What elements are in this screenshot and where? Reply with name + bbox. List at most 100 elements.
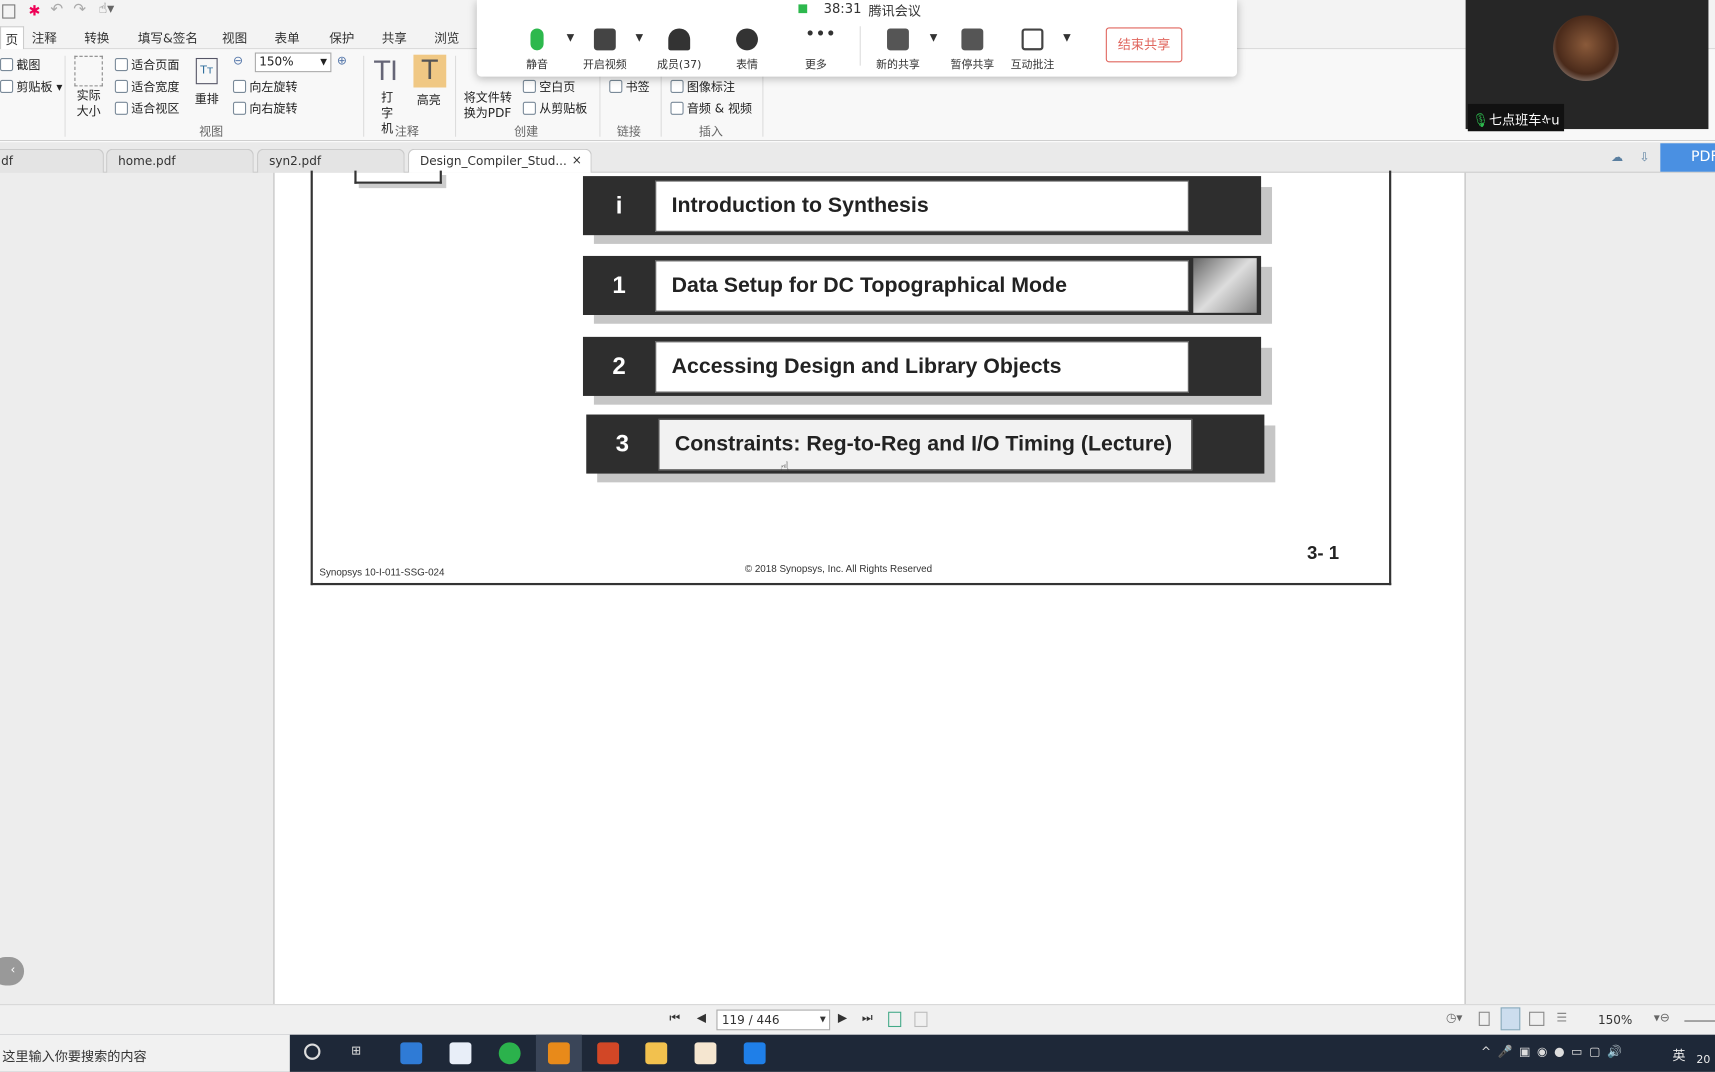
tab-home[interactable]: 页 <box>0 26 24 50</box>
system-tray-icons[interactable]: ^🎤▣◉●▭▢🔊 <box>1481 1045 1629 1059</box>
file-explorer-icon[interactable] <box>645 1042 668 1065</box>
video-options-icon[interactable]: ▼ <box>635 33 643 44</box>
single-view-icon[interactable] <box>1478 1011 1490 1026</box>
collapse-panel-icon[interactable]: ‹ <box>0 957 25 986</box>
last-page-icon[interactable]: ⏭ <box>862 1011 873 1026</box>
undo-icon[interactable]: ↶ <box>50 1 63 19</box>
pdf-convert-button[interactable]: PDF <box>1660 143 1715 172</box>
rotate-right-button[interactable]: 向右旋转 <box>232 100 298 118</box>
tab-protect[interactable]: 保护 <box>329 30 354 48</box>
tab-share[interactable]: 共享 <box>382 30 407 48</box>
new-share-button[interactable]: 新的共享 <box>865 28 931 71</box>
annotate-button[interactable]: 互动批注 <box>1000 28 1066 71</box>
doc-tab-home[interactable]: home.pdf <box>106 148 254 173</box>
tab-convert[interactable]: 转换 <box>84 30 109 48</box>
blank-page-label: 空白页 <box>539 79 576 95</box>
close-tab-icon[interactable]: × <box>572 153 582 167</box>
computer-image <box>1193 258 1257 313</box>
doc-tab[interactable]: df <box>0 148 104 173</box>
zoom-slider[interactable] <box>1684 1020 1715 1022</box>
image-annotation-button[interactable]: 图像标注 <box>670 78 735 96</box>
cortana-icon[interactable] <box>304 1043 321 1060</box>
tab-fill-sign[interactable]: 填写&签名 <box>138 30 198 48</box>
zoom-in-icon[interactable]: ⊕ <box>337 54 347 68</box>
doc-tab-syn2[interactable]: syn2.pdf <box>257 148 405 173</box>
highlight-button[interactable]: 高亮 <box>417 91 441 109</box>
video-button[interactable]: 开启视频 <box>572 28 638 71</box>
more-button[interactable]: ••• 更多 <box>783 25 849 71</box>
audio-video-button[interactable]: 音频 & 视频 <box>670 100 752 118</box>
fit-width-button[interactable]: 适合宽度 <box>114 78 179 96</box>
tab-annotate[interactable]: 注释 <box>32 30 57 48</box>
reflow-button[interactable]: 重排 <box>195 90 219 108</box>
page-label: 3- 1 <box>1307 542 1340 564</box>
hand-tool-icon[interactable]: ☝▾ <box>98 1 114 17</box>
page-number-value: 119 / 446 <box>721 1012 780 1028</box>
tencent-meeting-icon[interactable] <box>743 1042 766 1065</box>
wechat-icon[interactable] <box>498 1042 521 1065</box>
chapter-number: 3 <box>615 429 630 458</box>
chapter-number: 1 <box>612 271 626 299</box>
blank-page-button[interactable]: 空白页 <box>522 78 576 96</box>
tab-view[interactable]: 视图 <box>222 30 247 48</box>
pdf-page-view[interactable]: Introduction to Synthesis i Data Setup fo… <box>274 170 1465 1005</box>
task-view-icon[interactable]: ⊞ <box>351 1043 361 1057</box>
tab-browse[interactable]: 浏览 <box>434 30 459 48</box>
avatar <box>1553 15 1619 81</box>
mute-button[interactable]: 静音 <box>504 28 570 71</box>
properties-icon[interactable] <box>2 4 16 19</box>
fit-page-label: 适合页面 <box>131 57 180 73</box>
doc-tab-design-compiler[interactable]: Design_Compiler_Stud... × <box>407 148 592 173</box>
zoom-out-icon[interactable]: ⊖ <box>233 54 243 68</box>
reactions-button[interactable]: 表情 <box>714 28 780 71</box>
cloud-icon[interactable]: ☁ <box>1611 150 1623 164</box>
download-icon[interactable]: ⇩ <box>1640 150 1650 164</box>
prev-page-icon[interactable]: ◀ <box>697 1011 706 1025</box>
tab-form[interactable]: 表单 <box>275 30 300 48</box>
screenshot-button[interactable]: 截图 <box>0 56 40 74</box>
participant-video[interactable]: 🎙七点班车ᡧu <box>1465 0 1709 132</box>
fit-view-button[interactable]: 适合视区 <box>114 100 179 118</box>
next-page-icon[interactable]: ▶ <box>838 1011 847 1025</box>
powerpoint-icon[interactable] <box>597 1042 620 1065</box>
from-clipboard-button[interactable]: 从剪贴板 <box>522 100 587 118</box>
two-page-view-icon[interactable] <box>1529 1011 1545 1026</box>
paste-icon <box>522 101 536 115</box>
slide-frame: Introduction to Synthesis i Data Setup fo… <box>310 170 1392 586</box>
taskbar-search[interactable]: 这里输入你要搜索的内容 <box>0 1034 290 1072</box>
first-page-icon[interactable]: ⏮ <box>669 1011 680 1026</box>
actual-size-button[interactable]: 实际大小 <box>75 89 101 120</box>
continuous-view-icon[interactable] <box>1500 1007 1521 1031</box>
share-options-icon[interactable]: ▼ <box>930 33 938 44</box>
redo-icon[interactable]: ↷ <box>73 1 86 19</box>
end-share-button[interactable]: 结束共享 <box>1105 27 1183 63</box>
clock[interactable]: 20 <box>1696 1054 1710 1066</box>
new-icon[interactable]: ✱ <box>28 3 40 19</box>
page-number-input[interactable]: 119 / 446 ▼ <box>716 1009 831 1031</box>
zoom-select[interactable]: 150% ▼ <box>254 52 332 73</box>
annotate-icon <box>1021 28 1044 51</box>
vscode-icon[interactable] <box>400 1042 423 1065</box>
network-app-icon[interactable] <box>449 1042 472 1065</box>
zoom-out-icon[interactable]: ▾⊖ <box>1654 1011 1670 1025</box>
meeting-timer: 38:31 <box>823 1 862 17</box>
members-button[interactable]: 成员(37) <box>646 28 712 71</box>
clipboard-button[interactable]: 剪贴板 ▾ <box>0 78 62 96</box>
scroll-view-icon[interactable]: ☰ <box>1556 1011 1567 1025</box>
fit-page-button[interactable]: 适合页面 <box>114 56 180 74</box>
rotate-left-button[interactable]: 向左旋转 <box>232 78 298 96</box>
single-page-icon[interactable] <box>888 1011 902 1028</box>
ime-indicator[interactable]: 英 <box>1672 1046 1685 1065</box>
app-icon[interactable] <box>694 1042 717 1065</box>
video-off-icon <box>593 28 616 51</box>
annotate-options-icon[interactable]: ▼ <box>1063 33 1071 44</box>
convert-to-pdf-button[interactable]: 将文件转换为PDF <box>464 91 514 122</box>
continuous-icon[interactable] <box>914 1011 928 1028</box>
chapter-title: Constraints: Reg-to-Reg and I/O Timing (… <box>674 432 1173 457</box>
pause-share-button[interactable]: 暂停共享 <box>940 28 1006 71</box>
divider <box>363 55 365 137</box>
history-icon[interactable]: ◷▾ <box>1446 1011 1463 1025</box>
right-panel <box>1464 172 1715 1005</box>
pdf-reader-icon[interactable] <box>547 1042 570 1065</box>
bookmark-button[interactable]: 书签 <box>609 78 650 96</box>
